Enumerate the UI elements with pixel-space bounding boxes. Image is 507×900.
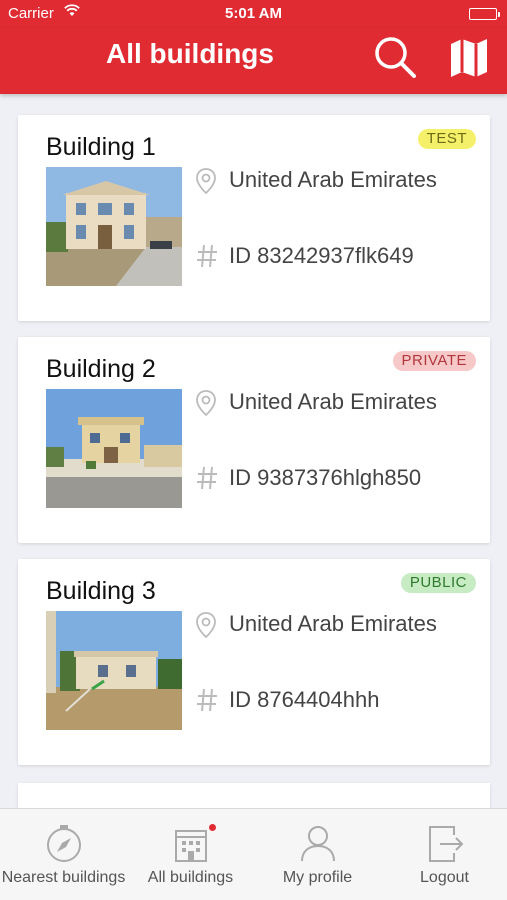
building-photo xyxy=(46,389,182,508)
tab-label: My profile xyxy=(282,869,353,886)
tag-badge: PUBLIC xyxy=(400,573,476,593)
page-title: All buildings xyxy=(106,38,274,69)
building-photo xyxy=(46,611,182,730)
building-id: ID 83242937flk649 xyxy=(229,243,414,268)
location-pin-icon xyxy=(195,611,217,639)
location-pin-icon xyxy=(195,167,217,195)
location-label: United Arab Emirates xyxy=(229,389,437,414)
logout-icon xyxy=(429,826,464,862)
hash-icon xyxy=(196,243,218,269)
person-icon xyxy=(301,826,335,862)
status-bar: Carrier 5:01 AM xyxy=(0,0,507,28)
building-name: Building 2 xyxy=(46,355,156,383)
building-id: ID 8764404hhh xyxy=(229,687,380,712)
tab-label: Logout xyxy=(420,869,469,886)
tab-logout[interactable]: Logout xyxy=(381,809,507,900)
hash-icon xyxy=(196,687,218,713)
location-label: United Arab Emirates xyxy=(229,167,437,192)
tab-label: All buildings xyxy=(147,869,234,886)
building-card[interactable]: Building 1 TEST United Arab Emirates ID … xyxy=(18,115,490,321)
tab-bar: Nearest buildings All buildings My profi… xyxy=(0,808,507,900)
hash-icon xyxy=(196,465,218,491)
tag-badge: TEST xyxy=(417,129,476,149)
tab-my-profile[interactable]: My profile xyxy=(254,809,381,900)
building-photo xyxy=(46,167,182,286)
building-name: Building 3 xyxy=(46,577,156,605)
notification-dot xyxy=(209,824,216,831)
building-card[interactable]: Building 3 PUBLIC United Arab Emirates I… xyxy=(18,559,490,765)
building-icon xyxy=(175,830,207,862)
search-icon[interactable] xyxy=(370,33,420,83)
map-icon[interactable] xyxy=(446,34,492,82)
battery-icon xyxy=(469,8,500,20)
tag-badge: PRIVATE xyxy=(392,351,476,371)
tab-nearest-buildings[interactable]: Nearest buildings xyxy=(0,809,127,900)
building-name: Building 1 xyxy=(46,133,156,161)
location-label: United Arab Emirates xyxy=(229,611,437,636)
building-card[interactable]: Building 2 PRIVATE United Arab Emirates … xyxy=(18,337,490,543)
clock: 5:01 AM xyxy=(225,5,282,22)
location-pin-icon xyxy=(195,389,217,417)
building-id: ID 9387376hlgh850 xyxy=(229,465,422,490)
navigation-bar: All buildings xyxy=(0,28,507,94)
tab-all-buildings[interactable]: All buildings xyxy=(127,809,254,900)
compass-icon xyxy=(47,825,81,862)
